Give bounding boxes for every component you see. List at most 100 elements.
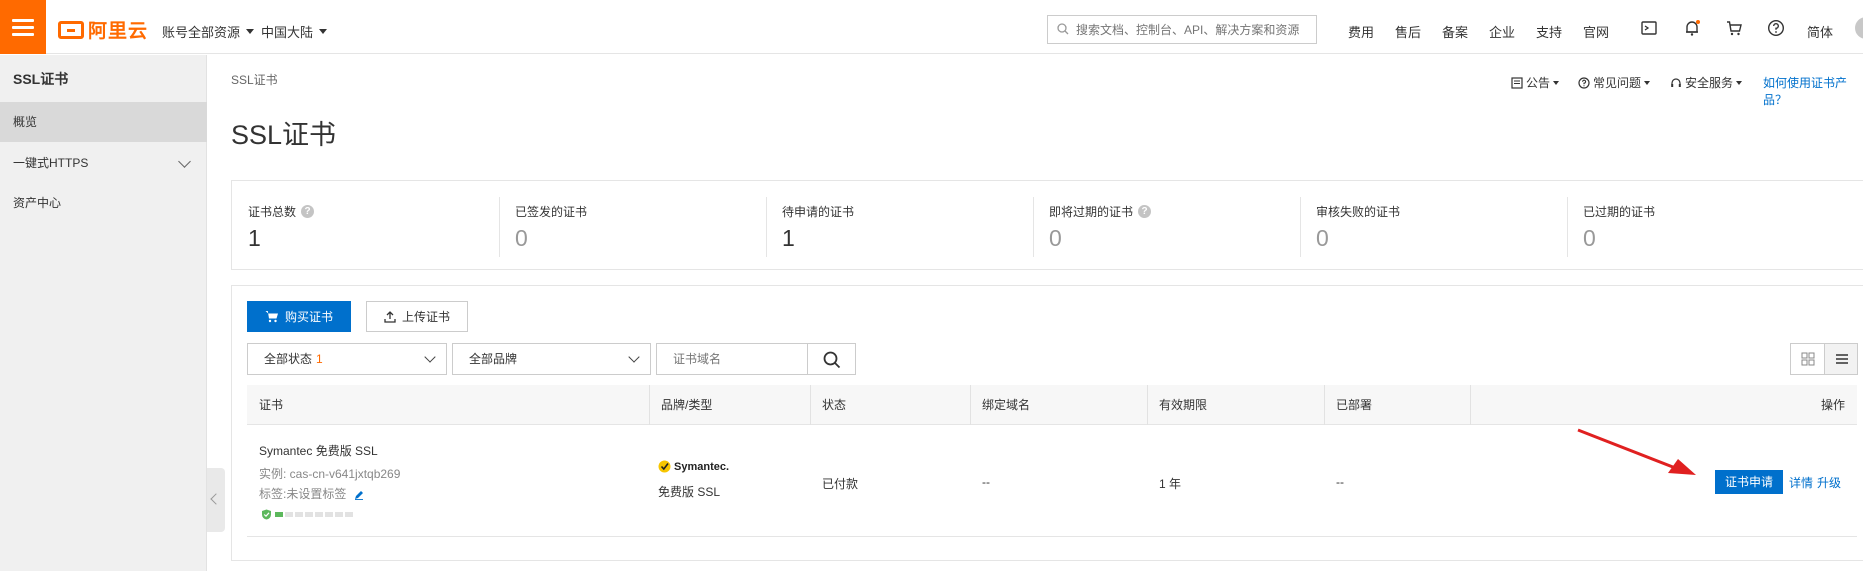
cert-tags-label: 标签:未设置标签	[259, 487, 347, 501]
stat-total: 证书总数? 1	[232, 181, 315, 271]
grid-view-button[interactable]	[1791, 344, 1824, 374]
progress-segment	[285, 512, 293, 517]
headset-icon	[1671, 77, 1681, 87]
upgrade-link[interactable]: 升级	[1817, 474, 1841, 491]
region-dropdown-label: 中国大陆	[261, 25, 314, 40]
nav-after-sales[interactable]: 售后	[1395, 22, 1421, 41]
account-dropdown[interactable]: 账号全部资源	[162, 22, 255, 41]
brand-select[interactable]: 全部品牌	[452, 343, 651, 375]
caret-down-icon	[1553, 80, 1560, 85]
stat-label: 证书总数	[248, 205, 297, 219]
stat-value: 0	[1316, 225, 1329, 251]
notice-label: 公告	[1526, 76, 1551, 90]
column-header-label: 已部署	[1336, 398, 1373, 412]
shield-check-icon	[261, 509, 272, 520]
detail-link[interactable]: 详情	[1789, 474, 1813, 491]
stat-label: 待申请的证书	[782, 205, 855, 219]
progress-segment	[295, 512, 303, 517]
stat-value: 1	[782, 225, 795, 251]
apply-cert-button[interactable]: 证书申请	[1715, 470, 1783, 494]
column-header-label: 有效期限	[1159, 398, 1208, 412]
sidebar: SSL证书 概览 一键式HTTPS 资产中心	[0, 55, 207, 571]
breadcrumb[interactable]: SSL证书	[231, 71, 278, 88]
aliyun-logo[interactable]: 阿里云	[58, 16, 148, 43]
nav-official-site[interactable]: 官网	[1583, 22, 1609, 41]
sidebar-item-https[interactable]: 一键式HTTPS	[0, 143, 207, 183]
terminal-icon[interactable]	[1640, 19, 1658, 37]
stats-panel: 证书总数? 1 已签发的证书 0 待申请的证书 1 即将过期的证书? 0 审核失…	[231, 180, 1863, 270]
caret-down-icon	[319, 29, 328, 34]
account-dropdown-label: 账号全部资源	[162, 25, 241, 40]
notice-icon	[1511, 76, 1523, 89]
buy-cert-label: 购买证书	[284, 310, 333, 324]
region-dropdown[interactable]: 中国大陆	[261, 22, 328, 41]
cert-domain: --	[982, 475, 990, 489]
progress-segment	[275, 512, 283, 517]
caret-down-icon	[1736, 80, 1743, 85]
buy-cert-button[interactable]: 购买证书	[247, 301, 351, 332]
progress-segment	[345, 512, 353, 517]
domain-search-button[interactable]	[807, 343, 856, 375]
symantec-check-icon	[658, 460, 671, 473]
cert-deployed: --	[1336, 475, 1344, 489]
sidebar-item-overview[interactable]: 概览	[0, 102, 207, 142]
domain-search-input[interactable]	[656, 343, 808, 375]
top-bar: 阿里云 账号全部资源 中国大陆 费用 售后 备案 企业 支持 官网 简体	[0, 0, 1863, 54]
chevron-down-icon	[178, 155, 191, 168]
avatar[interactable]	[1855, 17, 1863, 39]
language-switch[interactable]: 简体	[1807, 22, 1833, 41]
caret-down-icon	[246, 29, 255, 34]
help-icon[interactable]: ?	[301, 205, 315, 218]
nav-support[interactable]: 支持	[1536, 22, 1562, 41]
stat-value: 0	[1049, 225, 1062, 251]
sidebar-item-label: 资产中心	[13, 196, 62, 210]
faq-dropdown[interactable]: 常见问题	[1578, 74, 1651, 91]
upload-cert-label: 上传证书	[401, 310, 450, 324]
nav-icp[interactable]: 备案	[1442, 22, 1468, 41]
column-header-label: 品牌/类型	[661, 398, 713, 412]
upload-cert-button[interactable]: 上传证书	[366, 301, 468, 332]
stat-issued: 已签发的证书 0	[499, 181, 587, 271]
help-icon[interactable]: ?	[1138, 205, 1152, 218]
howto-link[interactable]: 如何使用证书产品？	[1763, 74, 1863, 108]
column-header-validity: 有效期限	[1147, 385, 1207, 425]
sidebar-collapse-handle[interactable]	[207, 468, 225, 532]
column-header-deployed: 已部署	[1324, 385, 1372, 425]
column-header-status: 状态	[810, 385, 846, 425]
cert-brand-type: 免费版 SSL	[658, 485, 721, 499]
column-header-actions: 操作	[1470, 385, 1857, 425]
status-count-badge: 1	[316, 352, 323, 366]
brand-select-value: 全部品牌	[469, 352, 518, 366]
menu-icon[interactable]	[0, 0, 46, 54]
progress-segments	[275, 512, 353, 517]
global-search[interactable]	[1047, 15, 1317, 44]
status-select[interactable]: 全部状态 1	[247, 343, 447, 375]
cert-status: 已付款	[822, 477, 859, 491]
global-search-input[interactable]	[1076, 22, 1316, 37]
stat-expiring: 即将过期的证书? 0	[1033, 181, 1152, 271]
logo-mark-icon	[58, 20, 84, 39]
progress-segment	[305, 512, 313, 517]
stat-failed: 审核失败的证书 0	[1300, 181, 1400, 271]
sidebar-item-assets[interactable]: 资产中心	[0, 183, 207, 223]
grid-icon	[1801, 352, 1815, 366]
table-header: 证书 品牌/类型 状态 绑定域名 有效期限 已部署 操作	[247, 385, 1857, 425]
sidebar-title: SSL证书	[13, 71, 69, 87]
help-icon[interactable]	[1767, 19, 1785, 37]
column-header-domain: 绑定域名	[970, 385, 1030, 425]
nav-billing[interactable]: 费用	[1348, 22, 1374, 41]
nav-enterprise[interactable]: 企业	[1489, 22, 1515, 41]
chevron-down-icon	[628, 351, 640, 363]
security-service-dropdown[interactable]: 安全服务	[1670, 74, 1743, 91]
list-view-button[interactable]	[1823, 344, 1857, 374]
stat-pending: 待申请的证书 1	[766, 181, 854, 271]
bell-icon[interactable]	[1683, 19, 1701, 37]
stat-label: 审核失败的证书	[1316, 205, 1401, 219]
notice-dropdown[interactable]: 公告	[1511, 74, 1560, 91]
annotation-arrow-icon	[1577, 428, 1696, 475]
edit-tag-icon[interactable]	[354, 490, 364, 500]
cert-instance-id: 实例: cas-cn-v641jxtqb269	[259, 467, 401, 481]
cart-icon[interactable]	[1725, 19, 1743, 37]
caret-down-icon	[1644, 80, 1651, 85]
stat-value: 1	[248, 225, 261, 251]
